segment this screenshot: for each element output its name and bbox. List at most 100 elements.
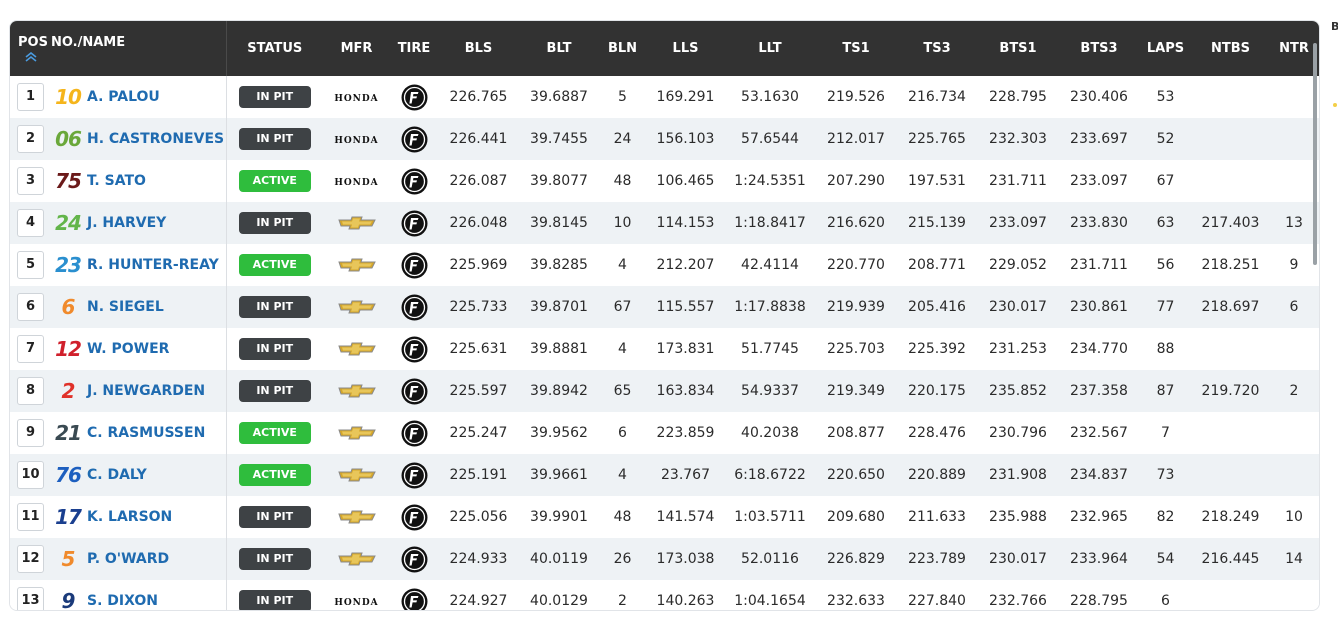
mfr-cell xyxy=(323,454,390,496)
cell-bts1: 230.017 xyxy=(989,551,1047,567)
cell-ts3: 220.889 xyxy=(908,467,966,483)
cell-ts1: 219.939 xyxy=(827,299,885,315)
status-cell: IN PIT xyxy=(226,370,323,412)
cell-ts3: 211.633 xyxy=(908,509,966,525)
mfr-cell xyxy=(323,202,390,244)
header-blt[interactable]: BLT xyxy=(519,21,599,76)
driver-name-link[interactable]: R. HUNTER-REAY xyxy=(87,257,219,273)
header-row: POS NO./NAME STATUS MFR TIRE BLS BLT BLN … xyxy=(10,21,1319,76)
cell-blt: 39.6887 xyxy=(530,89,588,105)
cell-bts1: 235.988 xyxy=(989,509,1047,525)
header-ts1[interactable]: TS1 xyxy=(815,21,897,76)
driver-name-link[interactable]: P. O'WARD xyxy=(87,551,169,567)
cell-bts3: 232.965 xyxy=(1070,509,1128,525)
cell-bln: 6 xyxy=(618,425,627,441)
cell-lls: 212.207 xyxy=(656,257,715,273)
chevrolet-bowtie-icon xyxy=(337,258,376,272)
header-tire[interactable]: TIRE xyxy=(390,21,438,76)
position-box: 8 xyxy=(17,377,44,405)
driver-cell: 4 24 J. HARVEY xyxy=(10,202,227,244)
driver-name-link[interactable]: W. POWER xyxy=(87,341,169,357)
cell-llt: 57.6544 xyxy=(741,131,799,147)
cell-laps: 82 xyxy=(1156,509,1175,525)
status-cell: ACTIVE xyxy=(226,244,323,286)
cell-bln: 2 xyxy=(618,593,627,609)
cell-bts1: 230.796 xyxy=(989,425,1047,441)
table-row: 5 23 R. HUNTER-REAY ACTIVE 225.969 39.8285 4 21… xyxy=(10,244,1319,286)
header-mfr[interactable]: MFR xyxy=(323,21,390,76)
driver-name-link[interactable]: K. LARSON xyxy=(87,509,172,525)
cell-ts3: 197.531 xyxy=(908,173,966,189)
status-cell: ACTIVE xyxy=(226,454,323,496)
driver-name-link[interactable]: A. PALOU xyxy=(87,89,160,105)
header-bts1[interactable]: BTS1 xyxy=(977,21,1059,76)
cell-ts3: 208.771 xyxy=(908,257,966,273)
header-name[interactable]: NO./NAME xyxy=(51,35,125,50)
cell-ts3: 220.175 xyxy=(908,383,966,399)
car-number: 9 xyxy=(61,589,76,611)
position-box: 11 xyxy=(17,503,44,531)
header-ts3[interactable]: TS3 xyxy=(897,21,977,76)
cell-llt: 1:03.5711 xyxy=(734,509,806,525)
position-box: 9 xyxy=(17,419,44,447)
cell-blt: 39.8285 xyxy=(530,257,588,273)
cell-bln: 48 xyxy=(613,173,632,189)
header-bts3[interactable]: BTS3 xyxy=(1059,21,1139,76)
driver-name-link[interactable]: T. SATO xyxy=(87,173,146,189)
header-lls[interactable]: LLS xyxy=(646,21,725,76)
firestone-icon xyxy=(401,462,427,488)
cell-ntbs: 219.720 xyxy=(1201,383,1260,399)
car-number: 12 xyxy=(55,337,82,361)
cell-bts1: 228.795 xyxy=(989,89,1047,105)
mfr-cell xyxy=(323,370,390,412)
cell-llt: 51.7745 xyxy=(741,341,799,357)
cell-llt: 42.4114 xyxy=(741,257,799,273)
driver-name-link[interactable]: N. SIEGEL xyxy=(87,299,164,315)
cell-ntbs xyxy=(1192,580,1269,610)
cell-ntbs xyxy=(1192,412,1269,454)
cell-bts1: 230.017 xyxy=(989,299,1047,315)
header-status[interactable]: STATUS xyxy=(226,21,323,76)
vertical-scrollbar[interactable] xyxy=(1313,43,1317,265)
header-bln[interactable]: BLN xyxy=(599,21,646,76)
cell-ntr: 2 xyxy=(1289,383,1299,399)
header-laps[interactable]: LAPS xyxy=(1139,21,1192,76)
position-box: 5 xyxy=(17,251,44,279)
cell-ntr: 14 xyxy=(1285,551,1303,567)
tire-cell xyxy=(390,244,438,286)
firestone-icon xyxy=(401,252,427,278)
driver-name-link[interactable]: J. HARVEY xyxy=(87,215,166,231)
cell-laps: 87 xyxy=(1156,383,1175,399)
cell-ts1: 216.620 xyxy=(827,215,885,231)
double-chevron-up-icon[interactable] xyxy=(24,52,38,62)
cell-lls: 106.465 xyxy=(656,173,715,189)
header-ntr[interactable]: NTR xyxy=(1269,21,1319,76)
cell-lls: 173.831 xyxy=(656,341,715,357)
cell-bts3: 231.711 xyxy=(1070,257,1128,273)
header-llt[interactable]: LLT xyxy=(725,21,815,76)
cell-ts1: 232.633 xyxy=(827,593,885,609)
cell-bln: 26 xyxy=(613,551,632,567)
header-ntbs[interactable]: NTBS xyxy=(1192,21,1269,76)
driver-name-link[interactable]: C. RASMUSSEN xyxy=(87,425,205,441)
cell-ntbs: 218.251 xyxy=(1201,257,1260,273)
cell-ts3: 216.734 xyxy=(908,89,966,105)
header-pos[interactable]: POS xyxy=(18,35,51,50)
driver-name-link[interactable]: C. DALY xyxy=(87,467,147,483)
driver-name-link[interactable]: S. DIXON xyxy=(87,593,158,609)
driver-name-link[interactable]: H. CASTRONEVES xyxy=(87,131,224,147)
cell-blt: 39.9901 xyxy=(530,509,588,525)
tire-cell xyxy=(390,328,438,370)
position-box: 4 xyxy=(17,209,44,237)
cell-bts1: 235.852 xyxy=(989,383,1047,399)
position-box: 13 xyxy=(17,587,44,610)
header-pos-name[interactable]: POS NO./NAME xyxy=(10,21,227,76)
status-badge: ACTIVE xyxy=(238,254,311,276)
header-bls[interactable]: BLS xyxy=(438,21,519,76)
cell-ntbs xyxy=(1192,328,1269,370)
status-cell: IN PIT xyxy=(226,328,323,370)
driver-name-link[interactable]: J. NEWGARDEN xyxy=(87,383,205,399)
tire-cell xyxy=(390,454,438,496)
tire-cell xyxy=(390,286,438,328)
tire-cell xyxy=(390,580,438,610)
